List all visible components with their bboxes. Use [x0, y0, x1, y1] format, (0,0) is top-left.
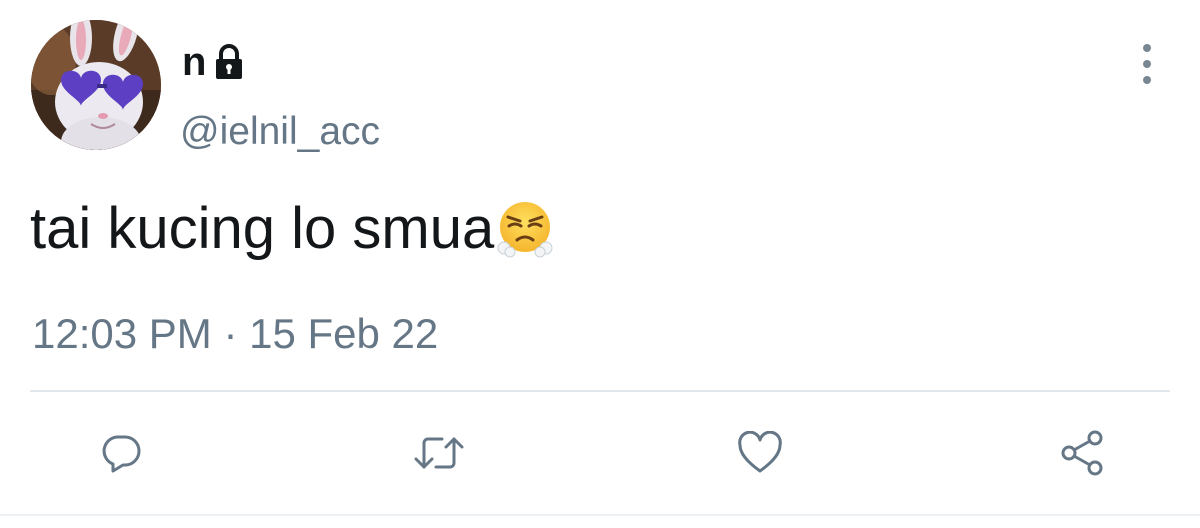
avatar-image — [31, 20, 161, 150]
share-icon — [1061, 430, 1103, 476]
face-with-steam-from-nose-emoji-icon — [496, 200, 554, 258]
heart-icon — [738, 431, 782, 473]
tweet-text-content: tai kucing lo smua — [30, 196, 495, 261]
name-row: n — [182, 42, 246, 82]
reply-button[interactable] — [94, 426, 148, 480]
like-button[interactable] — [733, 426, 787, 480]
retweet-icon — [414, 437, 464, 469]
more-vertical-icon-dot — [1143, 76, 1151, 84]
more-vertical-icon — [1143, 44, 1151, 52]
more-vertical-icon-dot — [1143, 60, 1151, 68]
user-handle[interactable]: @ielnil_acc — [180, 108, 380, 156]
tweet-text: tai kucing lo smua — [30, 194, 554, 264]
share-button[interactable] — [1055, 426, 1109, 480]
tweet-timestamp[interactable]: 12:03 PM · 15 Feb 22 — [32, 308, 438, 360]
retweet-button[interactable] — [412, 426, 466, 480]
tweet-card: n @ielnil_acc tai kucing lo smua 12:03 P… — [0, 0, 1200, 528]
display-name[interactable]: n — [182, 42, 206, 82]
lock-icon — [212, 43, 246, 81]
avatar[interactable] — [31, 20, 161, 150]
bottom-divider — [0, 514, 1200, 516]
reply-icon — [102, 435, 141, 473]
more-options-button[interactable] — [1132, 44, 1162, 84]
divider — [30, 390, 1170, 392]
